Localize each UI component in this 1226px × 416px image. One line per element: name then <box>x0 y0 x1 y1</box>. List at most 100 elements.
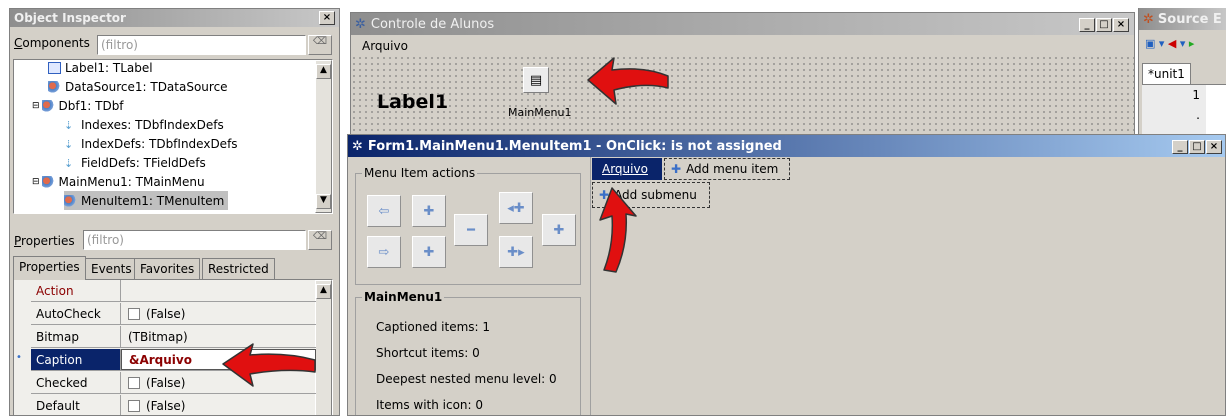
property-row-autocheck[interactable]: AutoCheck (False) <box>31 303 316 325</box>
new-file-icon[interactable]: ▣ <box>1145 37 1155 50</box>
tab-restricted[interactable]: Restricted <box>202 258 275 280</box>
tab-properties[interactable]: Properties <box>13 256 86 280</box>
properties-filter-input[interactable]: (filtro) <box>83 230 306 250</box>
mainmenu-icon[interactable]: ▤ <box>523 67 549 93</box>
window-title: Form1.MainMenu1.MenuItem1 - OnClick: is … <box>367 138 782 154</box>
move-left-button[interactable]: ⇦ <box>367 195 401 227</box>
menu-item-actions-group: Menu Item actions ⇦ ✚ ⇨ ✚ ━ ◂✚ ✚▸ ✚ <box>355 166 581 285</box>
object-inspector-titlebar[interactable]: Object Inspector × <box>10 9 339 27</box>
filter-clear-button[interactable]: ⌫ <box>308 35 332 55</box>
tree-item[interactable]: DataSource1: TDataSource <box>48 77 228 96</box>
menu-arquivo[interactable]: Arquivo <box>362 39 408 53</box>
form-window: ✲ Controle de Alunos _ □ × Arquivo Label1 … <box>350 12 1135 142</box>
tree-item[interactable]: ⇣ IndexDefs: TDbfIndexDefs <box>64 134 238 153</box>
maximize-button[interactable]: □ <box>1096 18 1112 32</box>
info-line: Shortcut items: 0 <box>376 346 480 360</box>
group-caption: Menu Item actions <box>362 166 478 180</box>
minimize-button[interactable]: _ <box>1079 18 1095 32</box>
tree-item[interactable]: ⊟ MainMenu1: TMainMenu <box>32 172 205 191</box>
top-banner <box>0 0 1226 8</box>
scroll-down-icon[interactable]: ▼ <box>316 194 331 209</box>
scroll-up-icon[interactable]: ▲ <box>316 284 331 299</box>
plus-icon: ✚ <box>671 162 682 176</box>
menu-info-group: MainMenu1 Captioned items: 1 Shortcut it… <box>355 290 581 415</box>
menu-item-arquivo[interactable]: Arquivo <box>592 158 662 180</box>
form-canvas[interactable]: Label1 ▤ MainMenu1 <box>351 55 1134 141</box>
move-right-button[interactable]: ⇨ <box>367 236 401 268</box>
components-label: Components <box>14 36 90 50</box>
collection-icon: ⇣ <box>64 137 74 151</box>
menu-design-area[interactable]: Arquivo ✚ Add menu item ✚ Add submenu <box>590 157 1225 415</box>
label-icon <box>48 61 61 74</box>
scroll-up-icon[interactable]: ▲ <box>316 64 331 79</box>
close-button[interactable]: × <box>319 11 335 25</box>
plus-icon: ✚ <box>599 188 610 202</box>
dbf-icon <box>41 99 55 112</box>
collapse-icon[interactable]: ⊟ <box>32 101 40 111</box>
menu-editor-titlebar[interactable]: ✲ Form1.MainMenu1.MenuItem1 - OnClick: i… <box>348 135 1225 157</box>
collection-icon: ⇣ <box>64 118 74 132</box>
add-submenu-below-button[interactable]: ✚ <box>542 214 576 246</box>
window-title: Source E <box>1157 11 1222 27</box>
app-icon: ✲ <box>352 138 363 154</box>
property-row-action[interactable]: Action <box>31 280 316 302</box>
maximize-button[interactable]: □ <box>1189 140 1205 154</box>
add-below-button[interactable]: ✚ <box>412 236 446 268</box>
tree-item[interactable]: ⊟ Dbf1: TDbf <box>32 96 124 115</box>
source-toolbar: ▣ ▾ ◀ ▾ ▸ <box>1145 37 1195 50</box>
caption-value-input[interactable]: &Arquivo <box>121 349 316 370</box>
tab-favorites[interactable]: Favorites <box>134 258 201 280</box>
minimize-button[interactable]: _ <box>1172 140 1188 154</box>
add-menu-item-button[interactable]: ✚ Add menu item <box>664 158 790 180</box>
mainmenu-component-label: MainMenu1 <box>508 106 572 119</box>
label1[interactable]: Label1 <box>377 91 448 113</box>
datasource-icon <box>48 80 61 93</box>
checkbox[interactable] <box>128 307 140 320</box>
add-above-button[interactable]: ✚ <box>412 195 446 227</box>
back-icon[interactable]: ◀ <box>1168 37 1176 50</box>
tree-item-selected[interactable]: MenuItem1: TMenuItem <box>64 191 229 210</box>
tab-events[interactable]: Events <box>85 258 138 280</box>
property-row-checked[interactable]: Checked (False) <box>31 372 316 394</box>
close-button[interactable]: × <box>1206 140 1222 154</box>
mainmenu-icon <box>41 175 55 188</box>
app-icon: ✲ <box>355 16 366 32</box>
window-title: Object Inspector <box>14 11 126 25</box>
info-line: Captioned items: 1 <box>376 320 491 334</box>
menubar: Arquivo <box>351 35 1134 55</box>
tree-item[interactable]: Label1: TLabel <box>48 60 153 77</box>
add-submenu-button[interactable]: ✚ Add submenu <box>592 182 710 208</box>
checkbox[interactable] <box>128 399 140 412</box>
collapse-icon[interactable]: ⊟ <box>32 177 40 187</box>
menuitem-icon <box>64 194 77 207</box>
checkbox[interactable] <box>128 376 140 389</box>
add-right-button[interactable]: ✚▸ <box>499 236 533 268</box>
menu-editor-window: ✲ Form1.MainMenu1.MenuItem1 - OnClick: i… <box>347 134 1226 416</box>
grid-scrollbar[interactable]: ▲ <box>315 280 332 415</box>
app-icon: ✲ <box>1143 11 1154 27</box>
close-button[interactable]: × <box>1113 18 1129 32</box>
property-row-default[interactable]: Default (False) <box>31 395 316 415</box>
properties-label: Properties <box>14 234 75 248</box>
source-titlebar[interactable]: ✲ Source E <box>1139 8 1226 30</box>
form-titlebar[interactable]: ✲ Controle de Alunos _ □ × <box>351 13 1134 35</box>
tree-scrollbar[interactable]: ▲ ▼ <box>315 60 332 213</box>
group-caption: MainMenu1 <box>362 290 445 304</box>
add-left-button[interactable]: ◂✚ <box>499 192 533 224</box>
row-marker: • <box>16 352 22 363</box>
property-row-caption[interactable]: Caption &Arquivo <box>31 349 316 371</box>
component-tree[interactable]: ▲ ▼ Label1: TLabel DataSource1: TDataSou… <box>13 59 333 214</box>
property-grid[interactable]: ▲ Action AutoCheck (False) Bitmap (TBitmap… <box>13 279 333 415</box>
tree-item[interactable]: ⇣ FieldDefs: TFieldDefs <box>64 153 206 172</box>
tree-item[interactable]: ⇣ Indexes: TDbfIndexDefs <box>64 115 224 134</box>
filter-clear-button[interactable]: ⌫ <box>308 230 332 250</box>
window-title: Controle de Alunos <box>370 16 495 32</box>
tab-unit1[interactable]: *unit1 <box>1142 63 1191 85</box>
forward-icon[interactable]: ▸ <box>1189 37 1195 50</box>
info-line: Items with icon: 0 <box>376 398 484 412</box>
delete-item-button[interactable]: ━ <box>454 214 488 246</box>
object-inspector-window: Object Inspector × Components (filtro) ⌫… <box>9 8 340 416</box>
property-row-bitmap[interactable]: Bitmap (TBitmap) <box>31 326 316 348</box>
source-editor-window: ✲ Source E ▣ ▾ ◀ ▾ ▸ *unit1 1 . <box>1138 8 1226 142</box>
components-filter-input[interactable]: (filtro) <box>97 35 306 55</box>
